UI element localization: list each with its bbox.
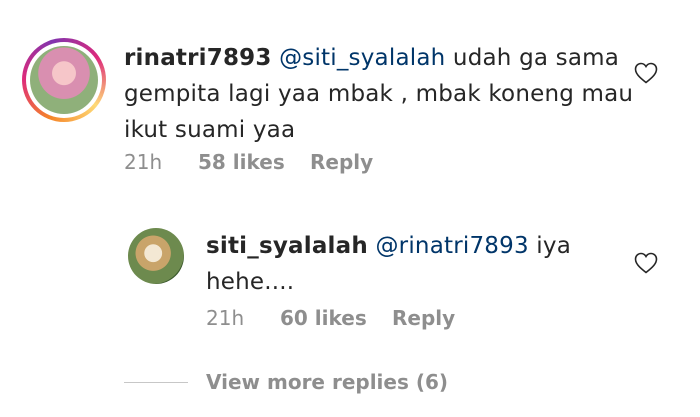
comment-body-line3: ikut suami yaa xyxy=(124,117,296,143)
likes-count[interactable]: 58 likes xyxy=(198,150,285,174)
avatar-story-ring[interactable] xyxy=(22,38,106,122)
view-more-replies-button[interactable]: View more replies (6) xyxy=(206,370,448,394)
comment-mention[interactable]: @rinatri7893 xyxy=(375,233,528,259)
likes-count[interactable]: 60 likes xyxy=(280,306,367,330)
comment-body-line1: udah ga sama xyxy=(445,45,620,71)
comment-mention[interactable]: @siti_syalalah xyxy=(279,45,445,71)
comment-text: rinatri7893 @siti_syalalah udah ga sama … xyxy=(124,40,633,148)
comment-time: 21h xyxy=(206,306,245,330)
reply-button[interactable]: Reply xyxy=(310,150,373,174)
comment-body-line2: hehe.... xyxy=(206,269,295,295)
heart-icon[interactable] xyxy=(634,62,658,84)
comment-username[interactable]: siti_syalalah xyxy=(206,233,368,259)
replies-divider xyxy=(124,382,188,383)
comment-text: siti_syalalah @rinatri7893 iya hehe.... xyxy=(206,228,571,300)
comment-time: 21h xyxy=(124,150,163,174)
avatar[interactable] xyxy=(128,228,184,284)
heart-icon[interactable] xyxy=(634,252,658,274)
comment-username[interactable]: rinatri7893 xyxy=(124,45,272,71)
reply-button[interactable]: Reply xyxy=(392,306,455,330)
comment-body-line2: gempita lagi yaa mbak , mbak koneng mau xyxy=(124,81,634,107)
avatar xyxy=(30,46,98,114)
comment-body-line1: iya xyxy=(528,233,572,259)
